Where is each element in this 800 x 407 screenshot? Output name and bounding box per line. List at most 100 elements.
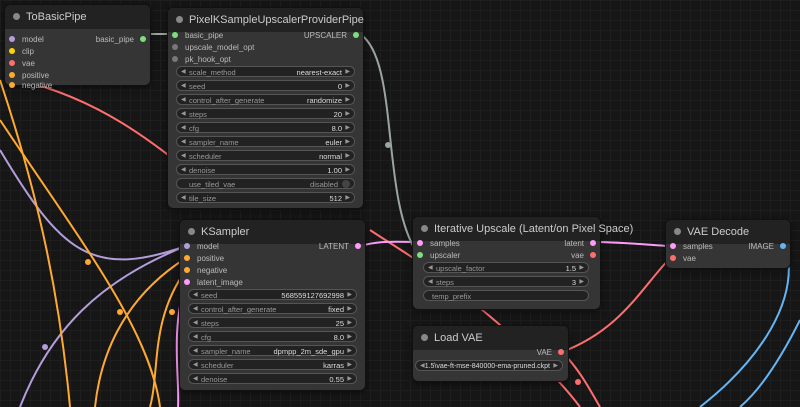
socket-icon[interactable] bbox=[9, 48, 15, 54]
socket-icon[interactable] bbox=[184, 255, 190, 261]
node-load-vae[interactable]: Load VAE VAE ◀ 1.5\vae-ft-mse-840000-ema-… bbox=[413, 326, 568, 381]
arrow-right-icon[interactable]: ▶ bbox=[345, 165, 350, 176]
arrow-right-icon[interactable]: ▶ bbox=[347, 318, 352, 329]
socket-icon[interactable] bbox=[590, 240, 596, 246]
node-to-basic-pipe[interactable]: ToBasicPipe model clip vae positive nega… bbox=[5, 5, 150, 90]
arrow-right-icon[interactable]: ▶ bbox=[579, 263, 584, 274]
arrow-left-icon[interactable]: ◀ bbox=[181, 109, 186, 120]
input-pk-hook-opt[interactable]: pk_hook_opt bbox=[172, 54, 231, 65]
collapse-dot-icon[interactable] bbox=[421, 333, 428, 341]
collapse-dot-icon[interactable] bbox=[13, 12, 20, 20]
arrow-right-icon[interactable]: ▶ bbox=[347, 360, 352, 371]
arrow-left-icon[interactable]: ◀ bbox=[193, 290, 198, 301]
arrow-right-icon[interactable]: ▶ bbox=[345, 123, 350, 134]
arrow-left-icon[interactable]: ◀ bbox=[193, 360, 198, 371]
output-image[interactable]: IMAGE bbox=[748, 241, 786, 252]
widget-steps[interactable]: ◀ steps 25 ▶ bbox=[188, 317, 357, 328]
node-upscaler-provider[interactable]: PixelKSampleUpscalerProviderPipe basic_p… bbox=[168, 8, 364, 208]
widget-cfg[interactable]: ◀ cfg 8.0 ▶ bbox=[188, 331, 357, 342]
input-vae[interactable]: vae bbox=[9, 58, 35, 69]
arrow-left-icon[interactable]: ◀ bbox=[181, 67, 186, 78]
arrow-left-icon[interactable]: ◀ bbox=[193, 346, 198, 357]
arrow-left-icon[interactable]: ◀ bbox=[193, 332, 198, 343]
socket-icon[interactable] bbox=[9, 36, 15, 42]
arrow-left-icon[interactable]: ◀ bbox=[428, 263, 433, 274]
widget-denoise[interactable]: ◀ denoise 0.55 ▶ bbox=[188, 373, 357, 384]
input-upscaler[interactable]: upscaler bbox=[417, 250, 460, 261]
widget-denoise[interactable]: ◀ denoise 1.00 ▶ bbox=[176, 164, 355, 175]
widget-cfg[interactable]: ◀ cfg 8.0 ▶ bbox=[176, 122, 355, 133]
widget-scheduler[interactable]: ◀ scheduler normal ▶ bbox=[176, 150, 355, 161]
arrow-right-icon[interactable]: ▶ bbox=[345, 193, 350, 204]
socket-icon[interactable] bbox=[184, 279, 190, 285]
input-negative[interactable]: negative bbox=[9, 80, 52, 91]
arrow-left-icon[interactable]: ◀ bbox=[193, 318, 198, 329]
arrow-right-icon[interactable]: ▶ bbox=[345, 137, 350, 148]
widget-upscale-factor[interactable]: ◀ upscale_factor 1.5 ▶ bbox=[423, 262, 589, 273]
output-latent[interactable]: LATENT bbox=[319, 241, 361, 252]
socket-icon[interactable] bbox=[172, 44, 178, 50]
widget-steps[interactable]: ◀ steps 3 ▶ bbox=[423, 276, 589, 287]
collapse-dot-icon[interactable] bbox=[674, 227, 681, 235]
text-temp-prefix[interactable]: temp_prefix bbox=[423, 290, 589, 301]
arrow-right-icon[interactable]: ▶ bbox=[345, 151, 350, 162]
widget-sampler-name[interactable]: ◀ sampler_name dpmpp_2m_sde_gpu ▶ bbox=[188, 345, 357, 356]
socket-icon[interactable] bbox=[9, 60, 15, 66]
arrow-right-icon[interactable]: ▶ bbox=[345, 95, 350, 106]
socket-icon[interactable] bbox=[670, 255, 676, 261]
socket-icon[interactable] bbox=[353, 32, 359, 38]
widget-scale-method[interactable]: ◀ scale_method nearest-exact ▶ bbox=[176, 66, 355, 77]
output-latent[interactable]: latent bbox=[564, 238, 596, 249]
toggle-knob-icon[interactable] bbox=[342, 180, 350, 188]
output-vae[interactable]: vae bbox=[571, 250, 596, 261]
node-ksampler[interactable]: KSampler model positive negative latent_… bbox=[180, 220, 365, 390]
collapse-dot-icon[interactable] bbox=[176, 15, 183, 23]
input-samples[interactable]: samples bbox=[670, 241, 713, 252]
socket-icon[interactable] bbox=[140, 36, 146, 42]
arrow-left-icon[interactable]: ◀ bbox=[181, 137, 186, 148]
arrow-right-icon[interactable]: ▶ bbox=[347, 290, 352, 301]
output-vae[interactable]: VAE bbox=[537, 347, 564, 358]
socket-icon[interactable] bbox=[417, 240, 423, 246]
input-samples[interactable]: samples bbox=[417, 238, 460, 249]
input-basic-pipe[interactable]: basic_pipe bbox=[172, 30, 223, 41]
widget-vae-name[interactable]: ◀ 1.5\vae-ft-mse-840000-ema-pruned.ckpt ▶ bbox=[415, 360, 563, 371]
input-model[interactable]: model bbox=[184, 241, 219, 252]
socket-icon[interactable] bbox=[670, 243, 676, 249]
arrow-left-icon[interactable]: ◀ bbox=[181, 95, 186, 106]
arrow-left-icon[interactable]: ◀ bbox=[181, 151, 186, 162]
widget-seed[interactable]: ◀ seed 568559127692998 ▶ bbox=[188, 289, 357, 300]
arrow-left-icon[interactable]: ◀ bbox=[181, 81, 186, 92]
input-positive[interactable]: positive bbox=[184, 253, 224, 264]
socket-icon[interactable] bbox=[172, 56, 178, 62]
arrow-right-icon[interactable]: ▶ bbox=[347, 332, 352, 343]
widget-tile-size[interactable]: ◀ tile_size 512 ▶ bbox=[176, 192, 355, 203]
toggle-use-tiled-vae[interactable]: use_tiled_vae disabled bbox=[176, 178, 355, 189]
socket-icon[interactable] bbox=[184, 267, 190, 273]
socket-icon[interactable] bbox=[780, 243, 786, 249]
widget-scheduler[interactable]: ◀ scheduler karras ▶ bbox=[188, 359, 357, 370]
collapse-dot-icon[interactable] bbox=[421, 224, 428, 232]
arrow-right-icon[interactable]: ▶ bbox=[345, 109, 350, 120]
output-upscaler[interactable]: UPSCALER bbox=[304, 30, 359, 41]
arrow-left-icon[interactable]: ◀ bbox=[181, 193, 186, 204]
input-upscale-model-opt[interactable]: upscale_model_opt bbox=[172, 42, 254, 53]
socket-icon[interactable] bbox=[184, 243, 190, 249]
arrow-left-icon[interactable]: ◀ bbox=[193, 304, 198, 315]
arrow-right-icon[interactable]: ▶ bbox=[553, 361, 558, 372]
input-model[interactable]: model bbox=[9, 34, 44, 45]
widget-steps[interactable]: ◀ steps 20 ▶ bbox=[176, 108, 355, 119]
socket-icon[interactable] bbox=[558, 349, 564, 355]
socket-icon[interactable] bbox=[590, 252, 596, 258]
socket-icon[interactable] bbox=[417, 252, 423, 258]
arrow-right-icon[interactable]: ▶ bbox=[345, 81, 350, 92]
widget-seed[interactable]: ◀ seed 0 ▶ bbox=[176, 80, 355, 91]
arrow-right-icon[interactable]: ▶ bbox=[579, 277, 584, 288]
node-vae-decode[interactable]: VAE Decode samples vae IMAGE bbox=[666, 220, 790, 268]
arrow-right-icon[interactable]: ▶ bbox=[347, 304, 352, 315]
arrow-left-icon[interactable]: ◀ bbox=[181, 123, 186, 134]
socket-icon[interactable] bbox=[172, 32, 178, 38]
output-basic-pipe[interactable]: basic_pipe bbox=[96, 34, 146, 45]
node-title[interactable]: ToBasicPipe bbox=[5, 5, 150, 29]
socket-icon[interactable] bbox=[9, 82, 15, 88]
